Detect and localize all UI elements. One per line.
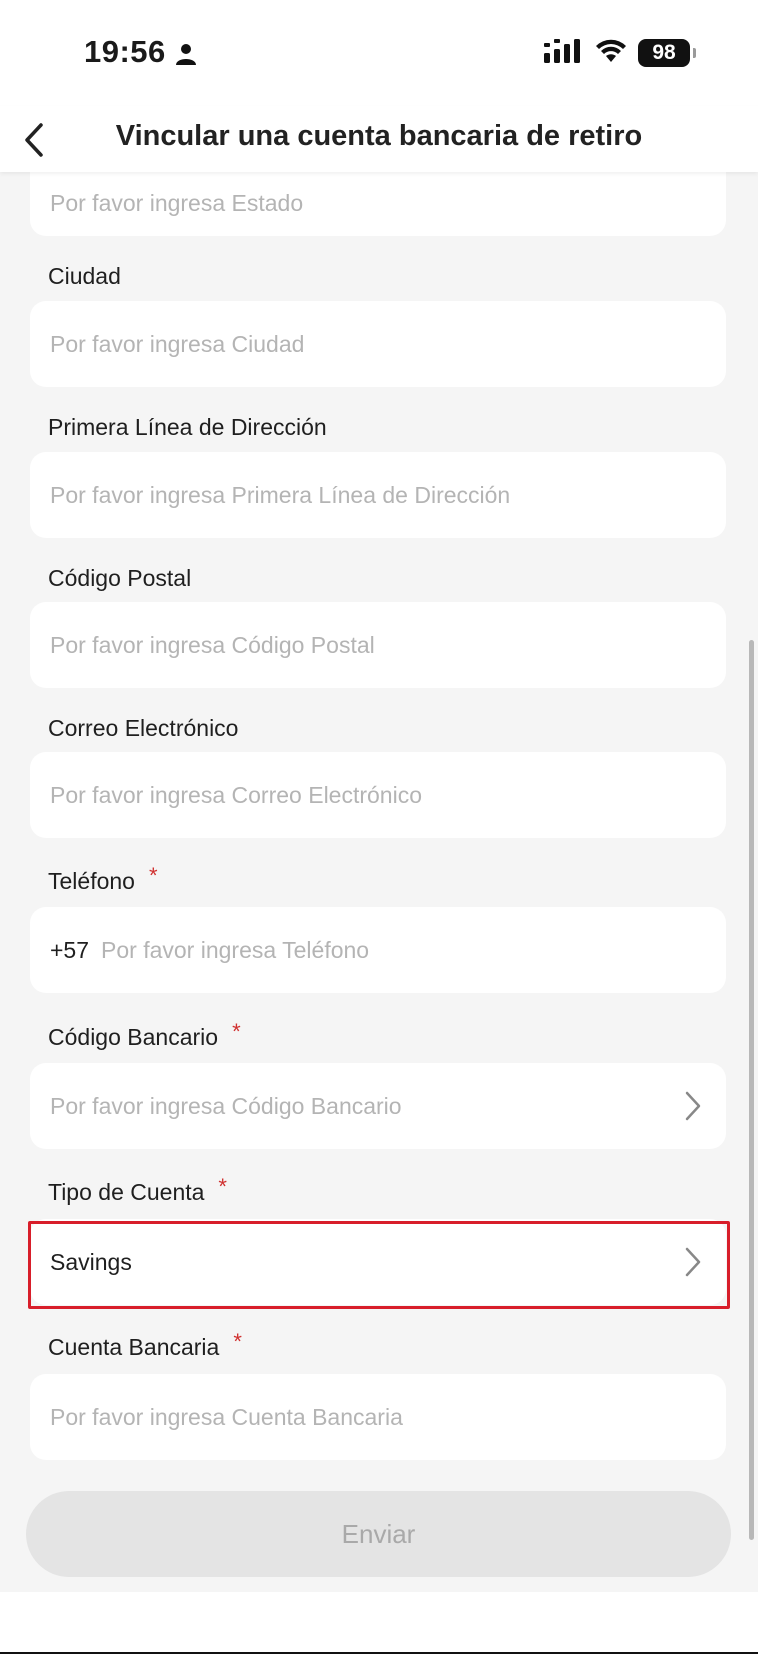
signal-icon [544, 38, 584, 68]
chevron-right-icon [680, 1088, 706, 1124]
direccion-placeholder: Por favor ingresa Primera Línea de Direc… [50, 481, 511, 508]
status-bar: 19:56 98 [0, 0, 758, 106]
telefono-input[interactable]: +57 Por favor ingresa Teléfono [30, 907, 726, 993]
estado-placeholder: Por favor ingresa Estado [50, 189, 304, 216]
telefono-label: Teléfono * [48, 863, 158, 894]
status-indicators: 98 [544, 38, 696, 69]
page-title: Vincular una cuenta bancaria de retiro [115, 120, 643, 152]
ciudad-placeholder: Por favor ingresa Ciudad [50, 330, 305, 357]
submit-button[interactable]: Enviar [26, 1491, 731, 1577]
direccion-label: Primera Línea de Dirección [48, 414, 327, 440]
codigo-bancario-label: Código Bancario * [48, 1019, 241, 1050]
tipo-cuenta-label: Tipo de Cuenta * [48, 1174, 227, 1205]
tipo-cuenta-value: Savings [50, 1248, 132, 1275]
required-mark: * [148, 863, 158, 888]
navigation-bar: Vincular una cuenta bancaria de retiro [0, 106, 758, 172]
phone-country-prefix: +57 [50, 936, 90, 963]
telefono-placeholder: Por favor ingresa Teléfono [101, 936, 370, 963]
ciudad-input[interactable]: Por favor ingresa Ciudad [30, 301, 726, 387]
cuenta-bancaria-input[interactable]: Por favor ingresa Cuenta Bancaria [30, 1374, 726, 1460]
direccion-input[interactable]: Por favor ingresa Primera Línea de Direc… [30, 452, 726, 538]
wifi-icon [594, 38, 628, 69]
cuenta-bancaria-placeholder: Por favor ingresa Cuenta Bancaria [50, 1403, 403, 1430]
chevron-right-icon [680, 1244, 706, 1280]
required-mark: * [218, 1174, 227, 1199]
status-time: 19:56 [84, 34, 166, 69]
codigo-postal-input[interactable]: Por favor ingresa Código Postal [30, 602, 726, 688]
codigo-bancario-placeholder: Por favor ingresa Código Bancario [50, 1092, 402, 1119]
bottom-area [0, 1592, 758, 1654]
person-icon [174, 42, 198, 66]
codigo-bancario-select[interactable]: Por favor ingresa Código Bancario [30, 1063, 726, 1149]
codigo-postal-placeholder: Por favor ingresa Código Postal [50, 631, 375, 658]
battery-icon: 98 [638, 39, 696, 67]
cuenta-bancaria-label: Cuenta Bancaria * [48, 1329, 242, 1360]
ciudad-label: Ciudad [48, 263, 121, 289]
required-mark: * [233, 1329, 242, 1354]
tipo-cuenta-select[interactable]: Savings [30, 1219, 726, 1305]
scrollbar[interactable] [749, 640, 754, 1540]
form-scroll-area[interactable]: Por favor ingresa Estado Ciudad Por favo… [0, 172, 758, 1592]
codigo-postal-label: Código Postal [48, 565, 192, 591]
estado-input[interactable]: Por favor ingresa Estado [30, 172, 726, 236]
required-mark: * [232, 1019, 241, 1044]
correo-input[interactable]: Por favor ingresa Correo Electrónico [30, 752, 726, 838]
correo-label: Correo Electrónico [48, 715, 239, 741]
correo-placeholder: Por favor ingresa Correo Electrónico [50, 781, 422, 808]
